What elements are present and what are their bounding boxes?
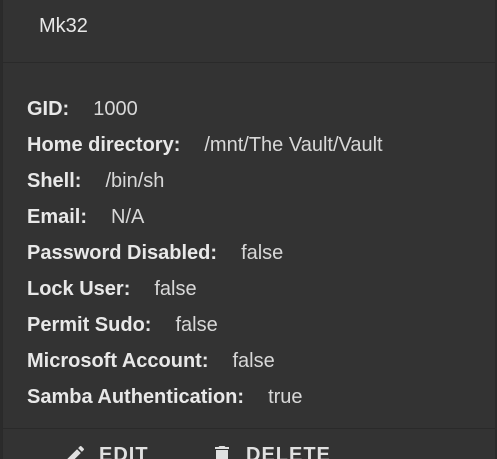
- edit-button-label: EDIT: [99, 443, 149, 459]
- detail-value: /mnt/The Vault/Vault: [204, 133, 383, 156]
- delete-button[interactable]: DELETE: [210, 443, 331, 459]
- detail-row-email: Email: N/A: [27, 199, 495, 235]
- detail-label: Password Disabled:: [27, 241, 218, 264]
- detail-value: false: [241, 241, 284, 264]
- detail-value: /bin/sh: [105, 169, 165, 192]
- action-bar: EDIT DELETE: [3, 428, 495, 459]
- detail-row-permit-sudo: Permit Sudo: false: [27, 307, 495, 343]
- detail-label: Shell:: [27, 169, 82, 192]
- pencil-icon: [63, 443, 87, 459]
- detail-value: true: [268, 385, 303, 408]
- user-header[interactable]: Mk32: [3, 0, 495, 63]
- user-details-list: GID: 1000 Home directory: /mnt/The Vault…: [3, 63, 495, 415]
- user-details-panel: Mk32 GID: 1000 Home directory: /mnt/The …: [2, 0, 495, 459]
- detail-value: false: [232, 349, 275, 372]
- detail-label: Lock User:: [27, 277, 131, 300]
- detail-row-home-directory: Home directory: /mnt/The Vault/Vault: [27, 127, 495, 163]
- trash-icon: [210, 443, 234, 459]
- detail-value: false: [175, 313, 218, 336]
- detail-label: Home directory:: [27, 133, 181, 156]
- detail-row-samba-authentication: Samba Authentication: true: [27, 379, 495, 415]
- detail-row-shell: Shell: /bin/sh: [27, 163, 495, 199]
- detail-label: GID:: [27, 97, 70, 120]
- username-title: Mk32: [39, 15, 88, 37]
- detail-label: Samba Authentication:: [27, 385, 245, 408]
- detail-value: 1000: [93, 97, 138, 120]
- detail-row-lock-user: Lock User: false: [27, 271, 495, 307]
- detail-label: Microsoft Account:: [27, 349, 209, 372]
- detail-value: N/A: [111, 205, 145, 228]
- edit-button[interactable]: EDIT: [63, 443, 149, 459]
- detail-row-password-disabled: Password Disabled: false: [27, 235, 495, 271]
- detail-row-gid: GID: 1000: [27, 91, 495, 127]
- detail-value: false: [154, 277, 197, 300]
- detail-row-microsoft-account: Microsoft Account: false: [27, 343, 495, 379]
- delete-button-label: DELETE: [246, 443, 331, 459]
- detail-label: Email:: [27, 205, 88, 228]
- detail-label: Permit Sudo:: [27, 313, 152, 336]
